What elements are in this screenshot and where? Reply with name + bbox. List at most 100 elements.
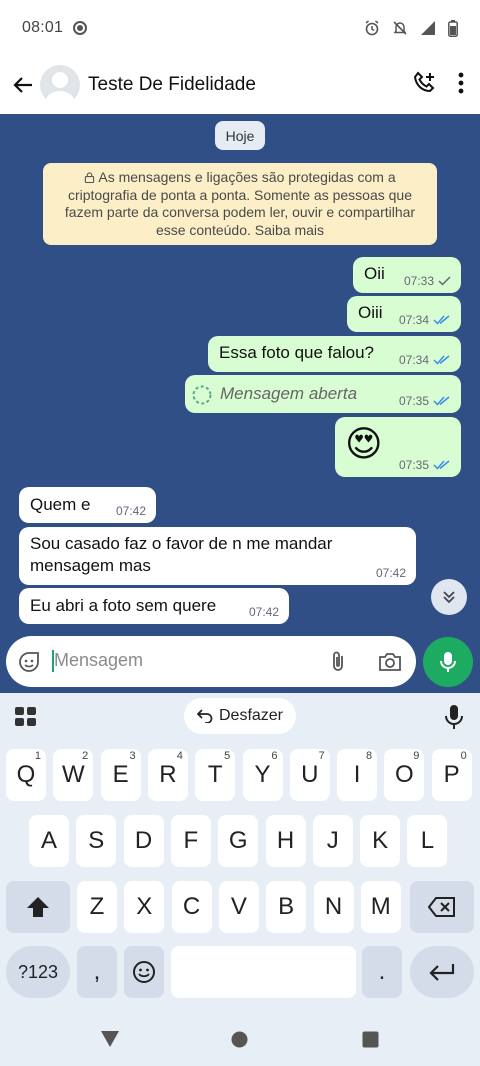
message-outgoing[interactable]: Oiii 07:34 [347,296,461,332]
message-time: 07:34 [398,353,429,367]
message-emoji: 😍 [345,423,383,464]
key-r[interactable]: R4 [147,749,188,801]
voice-message-button[interactable] [423,637,473,687]
double-check-icon [433,460,450,470]
chat-title[interactable]: Teste De Fidelidade [88,74,256,96]
key-m[interactable]: M [360,881,401,933]
key-v[interactable]: V [218,881,259,933]
key-k[interactable]: K [360,815,401,867]
key-hint-number: 4 [176,750,183,762]
symbols-key-label: ?123 [17,961,59,982]
message-text: Oiii [358,303,383,322]
back-nav-icon[interactable] [100,1030,120,1048]
key-label: W [61,761,85,788]
key-g[interactable]: G [218,815,259,867]
key-u[interactable]: U7 [289,749,330,801]
key-hint-number: 2 [82,750,89,762]
message-view-once[interactable]: Mensagem aberta 07:35 [185,375,461,413]
message-incoming[interactable]: Sou casado faz o favor de n me mandar me… [19,527,416,585]
message-composer[interactable]: Mensagem [6,636,416,687]
shift-key[interactable] [6,881,70,933]
message-text: Sou casado faz o favor de n me mandar me… [30,534,333,575]
attach-icon[interactable] [326,650,350,674]
message-text: Mensagem aberta [220,384,358,403]
key-i[interactable]: I8 [337,749,378,801]
lock-icon [85,172,95,183]
message-time: 07:42 [115,504,146,518]
key-label: Q [16,761,36,788]
key-d[interactable]: D [123,815,164,867]
key-j[interactable]: J [312,815,353,867]
encryption-notice[interactable]: As mensagens e ligações são protegidas c… [43,163,437,245]
comma-key-label: , [93,958,101,985]
message-input[interactable]: Mensagem [54,650,143,671]
chat-header: Teste De Fidelidade [0,56,480,114]
key-label: U [301,761,319,788]
key-e[interactable]: E3 [100,749,141,801]
key-s[interactable]: S [76,815,117,867]
message-outgoing[interactable]: 😍 07:35 [335,417,461,477]
undo-icon [196,709,213,723]
key-y[interactable]: Y6 [242,749,283,801]
enter-icon [429,964,455,981]
undo-button[interactable]: Desfazer [184,698,296,734]
key-label: D [134,827,153,854]
key-a[interactable]: A [29,815,69,867]
message-incoming[interactable]: Quem e 07:42 [19,487,156,523]
sticker-icon[interactable] [17,650,41,674]
key-label: F [183,827,199,854]
keyboard-toolbar: Desfazer [0,693,480,741]
more-options-icon[interactable] [458,72,464,99]
backspace-key[interactable] [410,881,474,933]
key-hint-number: 6 [271,750,278,762]
double-check-icon [433,355,450,365]
key-p[interactable]: P0 [431,749,472,801]
voice-input-icon[interactable] [444,704,464,730]
camera-icon[interactable] [377,650,403,674]
view-once-icon [192,385,212,405]
key-n[interactable]: N [313,881,354,933]
key-z[interactable]: Z [77,881,117,933]
add-call-icon[interactable] [412,70,438,101]
recents-nav-icon[interactable] [362,1031,379,1048]
key-x[interactable]: X [124,881,165,933]
back-arrow-icon[interactable] [6,68,40,102]
double-check-icon [433,396,450,406]
scroll-to-bottom-button[interactable] [431,579,467,615]
key-f[interactable]: F [170,815,211,867]
key-hint-number: 8 [365,750,373,762]
key-label: O [395,761,414,788]
avatar[interactable] [40,65,80,105]
key-label: L [420,827,435,854]
chat-area[interactable]: Hoje As mensagens e ligações são protegi… [0,114,480,693]
key-label: S [88,827,105,854]
key-h[interactable]: H [265,815,306,867]
key-l[interactable]: L [407,815,448,867]
message-outgoing[interactable]: Essa foto que falou? 07:34 [208,336,461,372]
key-o[interactable]: O9 [384,749,425,801]
emoji-key[interactable] [124,946,164,998]
apps-grid-icon[interactable] [15,707,37,727]
symbols-key[interactable]: ?123 [6,946,70,998]
space-key[interactable] [171,946,356,998]
microphone-icon [440,652,456,672]
key-t[interactable]: T5 [195,749,236,801]
key-hint-number: 7 [318,750,325,762]
period-key[interactable]: . [362,946,402,998]
home-nav-icon[interactable] [231,1031,248,1048]
key-q[interactable]: Q1 [6,749,46,801]
message-outgoing[interactable]: Oii 07:33 [353,257,461,293]
message-time: 07:35 [398,458,429,472]
key-w[interactable]: W2 [53,749,94,801]
key-c[interactable]: C [171,881,212,933]
message-incoming[interactable]: Eu abri a foto sem quere 07:42 [19,588,289,624]
key-b[interactable]: B [266,881,307,933]
key-label: R [159,761,177,788]
key-label: T [207,761,223,788]
enter-key[interactable] [410,946,474,998]
comma-key[interactable]: , [77,946,117,998]
message-time: 07:33 [403,274,434,288]
key-label: G [228,827,248,854]
navigation-bar [0,1013,480,1066]
double-check-icon [433,315,450,325]
